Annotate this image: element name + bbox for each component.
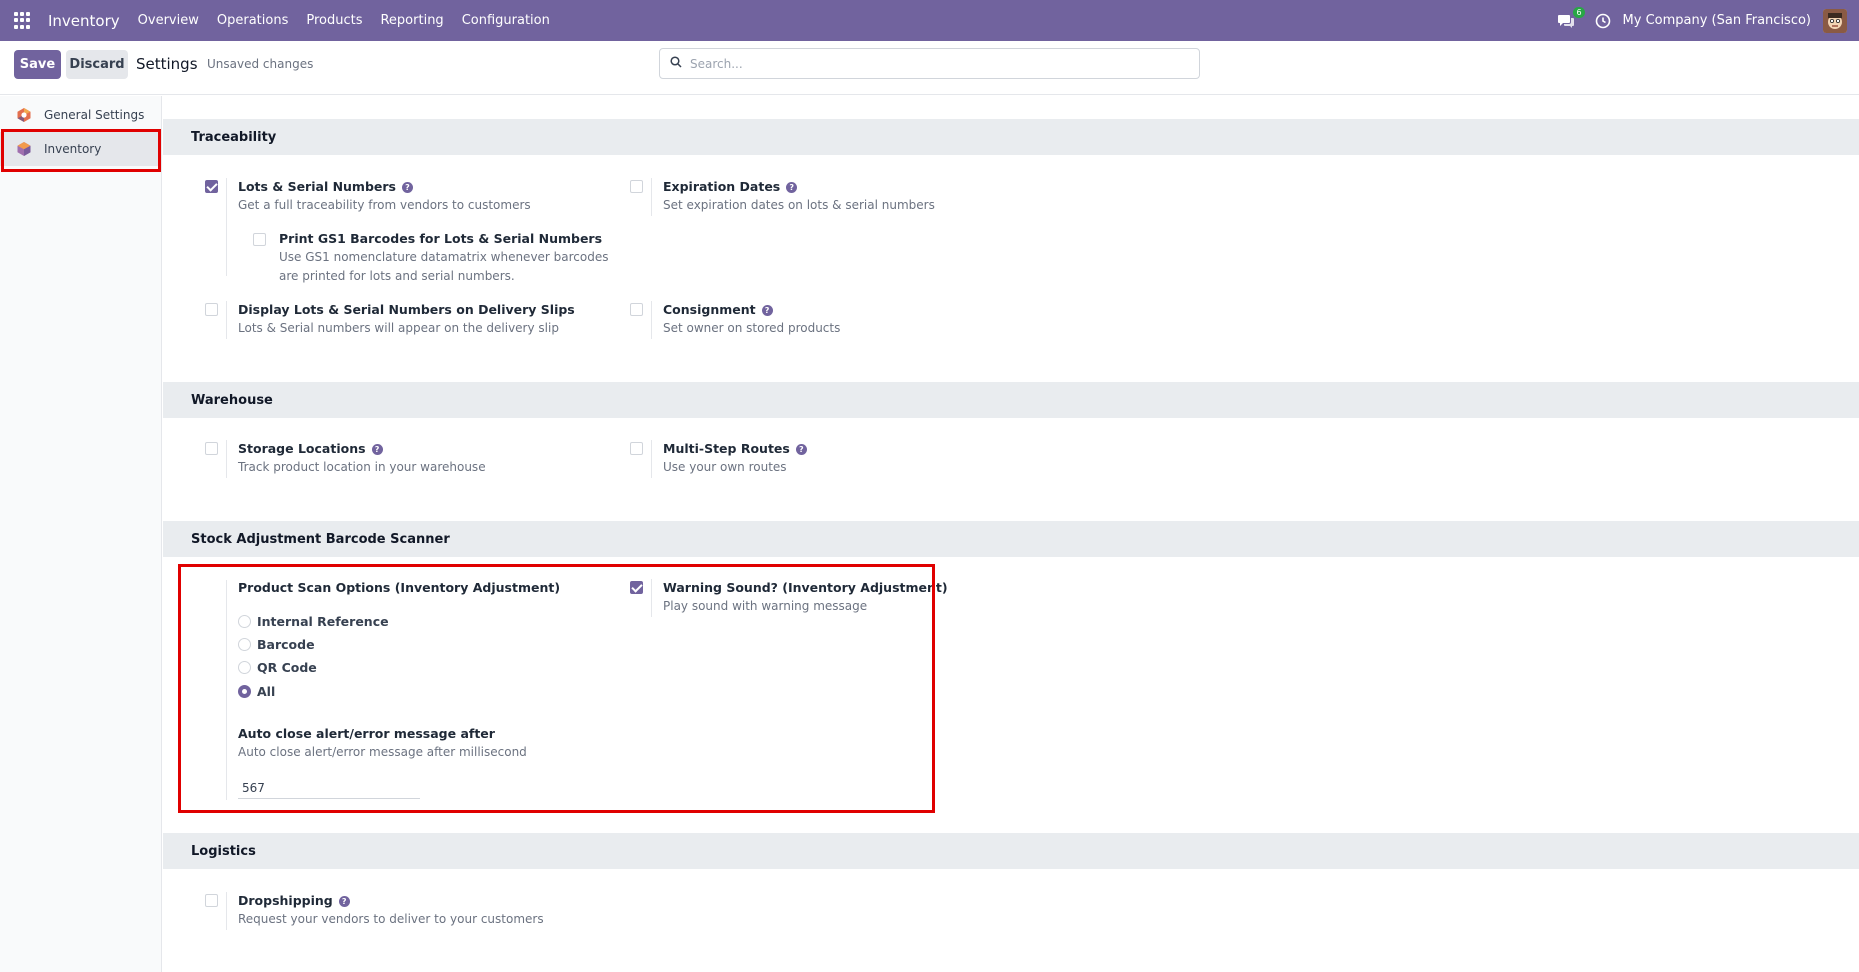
multi-step-routes-desc: Use your own routes xyxy=(663,460,787,474)
warning-sound-desc: Play sound with warning message xyxy=(663,599,868,613)
user-avatar[interactable] xyxy=(1823,8,1847,33)
expiration-dates-title: Expiration Dates? xyxy=(663,179,798,194)
setting-divider xyxy=(226,580,227,800)
section-barcode-scanner: Stock Adjustment Barcode Scanner xyxy=(163,521,1859,557)
lots-serial-desc: Get a full traceability from vendors to … xyxy=(238,198,531,212)
setting-divider xyxy=(651,178,652,216)
gs1-barcodes-title: Print GS1 Barcodes for Lots & Serial Num… xyxy=(279,231,603,246)
consignment-desc: Set owner on stored products xyxy=(663,321,841,335)
setting-divider xyxy=(226,440,227,478)
sidebar-item-general-settings[interactable]: General Settings xyxy=(0,98,161,132)
display-lots-desc: Lots & Serial numbers will appear on the… xyxy=(238,321,559,335)
expiration-dates-checkbox[interactable] xyxy=(630,180,643,193)
clock-icon[interactable] xyxy=(1595,13,1611,29)
menu-overview[interactable]: Overview xyxy=(138,13,199,28)
company-switcher[interactable]: My Company (San Francisco) xyxy=(1623,13,1811,28)
multi-step-routes-checkbox[interactable] xyxy=(630,442,643,455)
section-logistics: Logistics xyxy=(163,833,1859,869)
radio-label-internal-reference[interactable]: Internal Reference xyxy=(257,614,389,629)
search-icon xyxy=(670,55,682,72)
lots-serial-checkbox[interactable] xyxy=(205,180,218,193)
apps-grid-icon[interactable] xyxy=(14,11,32,30)
menu-products[interactable]: Products xyxy=(306,13,362,28)
search-input[interactable] xyxy=(690,56,1170,71)
top-navbar: Inventory Overview Operations Products R… xyxy=(0,0,1859,41)
radio-internal-reference[interactable] xyxy=(238,615,251,628)
inventory-icon xyxy=(16,141,32,157)
search-box[interactable] xyxy=(659,48,1200,79)
expiration-dates-desc: Set expiration dates on lots & serial nu… xyxy=(663,198,935,212)
lots-serial-title: Lots & Serial Numbers? xyxy=(238,179,413,194)
breadcrumb: Settings xyxy=(136,55,198,73)
chat-badge: 6 xyxy=(1573,6,1585,18)
sidebar-item-label: General Settings xyxy=(44,108,145,122)
sidebar-item-label: Inventory xyxy=(44,142,102,156)
save-button[interactable]: Save xyxy=(14,50,61,79)
help-icon[interactable]: ? xyxy=(786,182,798,193)
gs1-barcodes-desc-line2: are printed for lots and serial numbers. xyxy=(279,269,515,283)
radio-qr-code[interactable] xyxy=(238,661,251,674)
radio-label-all[interactable]: All xyxy=(257,684,275,699)
odoo-icon xyxy=(16,107,32,123)
control-panel: Save Discard Settings Unsaved changes xyxy=(0,41,1859,95)
warning-sound-checkbox[interactable] xyxy=(630,581,643,594)
setting-divider xyxy=(651,579,652,617)
setting-divider xyxy=(651,301,652,339)
discard-button[interactable]: Discard xyxy=(66,50,128,79)
unsaved-status: Unsaved changes xyxy=(207,57,314,71)
auto-close-desc: Auto close alert/error message after mil… xyxy=(238,745,527,759)
consignment-title: Consignment? xyxy=(663,302,773,317)
storage-locations-desc: Track product location in your warehouse xyxy=(238,460,486,474)
dropshipping-title: Dropshipping? xyxy=(238,893,350,908)
section-traceability: Traceability xyxy=(163,119,1859,155)
storage-locations-title: Storage Locations? xyxy=(238,441,383,456)
setting-divider xyxy=(226,892,227,930)
consignment-checkbox[interactable] xyxy=(630,303,643,316)
warning-sound-title: Warning Sound? (Inventory Adjustment) xyxy=(663,580,948,595)
dropshipping-desc: Request your vendors to deliver to your … xyxy=(238,912,544,926)
setting-divider xyxy=(226,301,227,339)
gs1-barcodes-desc-line1: Use GS1 nomenclature datamatrix whenever… xyxy=(279,250,609,264)
menu-configuration[interactable]: Configuration xyxy=(462,13,550,28)
menu-reporting[interactable]: Reporting xyxy=(380,13,443,28)
setting-divider xyxy=(226,178,227,276)
gs1-barcodes-checkbox[interactable] xyxy=(253,233,266,246)
help-icon[interactable]: ? xyxy=(761,305,773,316)
multi-step-routes-title: Multi-Step Routes? xyxy=(663,441,807,456)
auto-close-title: Auto close alert/error message after xyxy=(238,726,495,741)
radio-label-barcode[interactable]: Barcode xyxy=(257,637,315,652)
help-icon[interactable]: ? xyxy=(338,896,350,907)
settings-sidebar: General Settings Inventory xyxy=(0,96,162,972)
scan-options-title: Product Scan Options (Inventory Adjustme… xyxy=(238,580,561,595)
help-icon[interactable]: ? xyxy=(795,444,807,455)
chat-icon[interactable]: 6 xyxy=(1557,6,1585,29)
display-lots-checkbox[interactable] xyxy=(205,303,218,316)
help-icon[interactable]: ? xyxy=(371,444,383,455)
section-warehouse: Warehouse xyxy=(163,382,1859,418)
menu-operations[interactable]: Operations xyxy=(217,13,288,28)
storage-locations-checkbox[interactable] xyxy=(205,442,218,455)
display-lots-title: Display Lots & Serial Numbers on Deliver… xyxy=(238,302,575,317)
radio-all[interactable] xyxy=(238,685,251,698)
auto-close-input[interactable] xyxy=(238,777,420,799)
help-icon[interactable]: ? xyxy=(402,182,413,193)
radio-barcode[interactable] xyxy=(238,638,251,651)
app-name[interactable]: Inventory xyxy=(48,12,120,30)
sidebar-item-inventory[interactable]: Inventory xyxy=(0,132,161,166)
dropshipping-checkbox[interactable] xyxy=(205,894,218,907)
radio-label-qr-code[interactable]: QR Code xyxy=(257,660,317,675)
setting-divider xyxy=(651,440,652,478)
